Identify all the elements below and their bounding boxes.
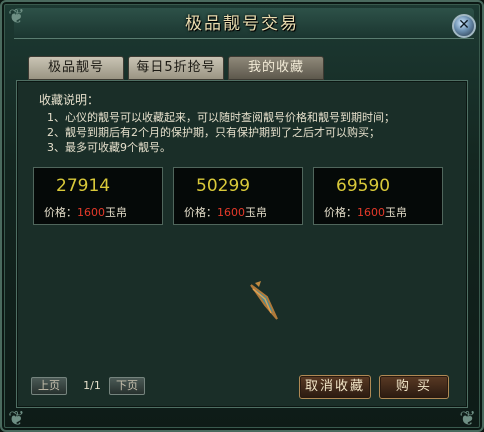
frame-corner-ornament: ❦ [459, 406, 476, 430]
price-label: 价格： [184, 206, 217, 219]
loading-emblem-icon [250, 281, 278, 320]
tab-my-favorites[interactable]: 我的收藏 [228, 56, 324, 80]
price-currency: 玉帛 [105, 206, 127, 219]
favorites-notes: 收藏说明： 1、心仪的靓号可以收藏起来，可以随时查阅靓号价格和靓号到期时间； 2… [39, 93, 395, 155]
favorite-price: 价格：1600玉帛 [184, 204, 267, 220]
favorite-card[interactable]: 69590 价格：1600玉帛 [313, 167, 443, 225]
notes-line: 2、靓号到期后有2个月的保护期，只有保护期到了之后才可以购买； [47, 126, 380, 139]
price-currency: 玉帛 [245, 206, 267, 219]
favorite-price: 价格：1600玉帛 [44, 204, 127, 220]
next-page-button[interactable]: 下页 [109, 377, 145, 395]
price-amount: 1600 [357, 206, 385, 219]
favorites-panel: 收藏说明： 1、心仪的靓号可以收藏起来，可以随时查阅靓号价格和靓号到期时间； 2… [16, 80, 468, 408]
frame-corner-ornament: ❦ [8, 406, 25, 430]
page-indicator: 1/1 [83, 379, 101, 392]
window-title: 极品靓号交易 [185, 14, 299, 34]
unfavorite-button[interactable]: 取消收藏 [299, 375, 371, 399]
price-label: 价格： [324, 206, 357, 219]
favorite-number: 50299 [196, 176, 251, 196]
favorite-number: 27914 [56, 176, 111, 196]
price-label: 价格： [44, 206, 77, 219]
close-icon: ✕ [458, 17, 470, 33]
close-button[interactable]: ✕ [452, 14, 476, 38]
favorite-number: 69590 [336, 176, 391, 196]
favorite-price: 价格：1600玉帛 [324, 204, 407, 220]
notes-heading: 收藏说明： [39, 93, 100, 107]
tab-premium-numbers[interactable]: 极品靓号 [28, 56, 124, 80]
favorite-card[interactable]: 27914 价格：1600玉帛 [33, 167, 163, 225]
tab-daily-discount[interactable]: 每日5折抢号 [128, 56, 224, 80]
notes-line: 3、最多可收藏9个靓号。 [47, 141, 171, 154]
price-amount: 1600 [217, 206, 245, 219]
notes-line: 1、心仪的靓号可以收藏起来，可以随时查阅靓号价格和靓号到期时间； [47, 111, 395, 124]
price-currency: 玉帛 [385, 206, 407, 219]
buy-button[interactable]: 购 买 [379, 375, 449, 399]
prev-page-button[interactable]: 上页 [31, 377, 67, 395]
favorite-card[interactable]: 50299 价格：1600玉帛 [173, 167, 303, 225]
price-amount: 1600 [77, 206, 105, 219]
